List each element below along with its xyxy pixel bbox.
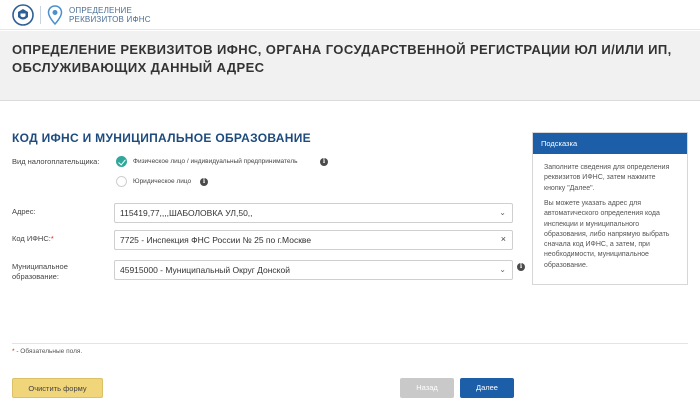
top-bar: ОПРЕДЕЛЕНИЕ РЕКВИЗИТОВ ИФНС — [0, 0, 700, 30]
address-label: Адрес: — [12, 207, 36, 216]
radio-individual[interactable] — [116, 156, 127, 167]
radio-individual-label[interactable]: Физическое лицо / индивидуальный предпри… — [133, 157, 298, 167]
ifns-code-field[interactable]: 7725 - Инспекция ФНС России № 25 по г.Мо… — [114, 230, 513, 250]
address-value: 115419,77,,,,ШАБОЛОВКА УЛ,50,, — [120, 208, 253, 218]
info-icon[interactable]: i — [200, 178, 208, 186]
hint-panel: Подсказка Заполните сведения для определ… — [532, 132, 688, 285]
info-icon[interactable]: i — [517, 263, 525, 271]
footer-divider — [12, 343, 688, 344]
chevron-down-icon[interactable]: ⌄ — [499, 265, 506, 274]
municipal-label-line1: Муниципальное — [12, 262, 68, 271]
chevron-down-icon[interactable]: ⌄ — [499, 208, 506, 217]
back-button[interactable]: Назад — [400, 378, 454, 398]
page-title: ОПРЕДЕЛЕНИЕ РЕКВИЗИТОВ ИФНС, ОРГАНА ГОСУ… — [12, 42, 672, 75]
fns-emblem-icon[interactable] — [11, 4, 35, 26]
municipal-label-line2: образование: — [12, 272, 59, 281]
taxpayer-type-label: Вид налогоплательщика: — [12, 157, 100, 166]
section-title: КОД ИФНС И МУНИЦИПАЛЬНОЕ ОБРАЗОВАНИЕ — [12, 131, 311, 145]
location-pin-icon[interactable] — [47, 5, 63, 25]
ifns-code-label-text: Код ИФНС: — [12, 234, 51, 243]
clear-form-button[interactable]: Очистить форму — [12, 378, 103, 398]
ifns-code-value: 7725 - Инспекция ФНС России № 25 по г.Мо… — [120, 235, 312, 245]
radio-legal-entity[interactable] — [116, 176, 127, 187]
required-fields-note: * - Обязательные поля. — [12, 348, 82, 355]
info-icon[interactable]: i — [320, 158, 328, 166]
next-button[interactable]: Далее — [460, 378, 514, 398]
radio-legal-entity-label[interactable]: Юридическое лицо — [133, 177, 191, 187]
required-mark: * — [50, 234, 54, 243]
municipal-label: Муниципальное образование: — [12, 262, 68, 282]
required-note-text: - Обязательные поля. — [14, 348, 83, 355]
hint-paragraph-2: Вы можете указать адрес для автоматическ… — [544, 200, 670, 269]
ifns-code-label: Код ИФНС:* — [12, 234, 54, 244]
hint-title: Подсказка — [533, 133, 687, 154]
address-field[interactable]: 115419,77,,,,ШАБОЛОВКА УЛ,50,, ⌄ — [114, 203, 513, 223]
municipal-value: 45915000 - Муниципальный Округ Донской — [120, 265, 290, 275]
close-icon[interactable]: × — [501, 234, 506, 244]
logo-text-line1: ОПРЕДЕЛЕНИЕ — [69, 6, 133, 15]
logo-separator — [40, 6, 41, 24]
logo-text[interactable]: ОПРЕДЕЛЕНИЕ РЕКВИЗИТОВ ИФНС — [69, 6, 151, 24]
hint-paragraph-1: Заполните сведения для определения рекви… — [544, 164, 670, 192]
logo-text-line2: РЕКВИЗИТОВ ИФНС — [69, 15, 151, 24]
title-band: ОПРЕДЕЛЕНИЕ РЕКВИЗИТОВ ИФНС, ОРГАНА ГОСУ… — [0, 31, 700, 101]
municipal-field[interactable]: 45915000 - Муниципальный Округ Донской ⌄ — [114, 260, 513, 280]
